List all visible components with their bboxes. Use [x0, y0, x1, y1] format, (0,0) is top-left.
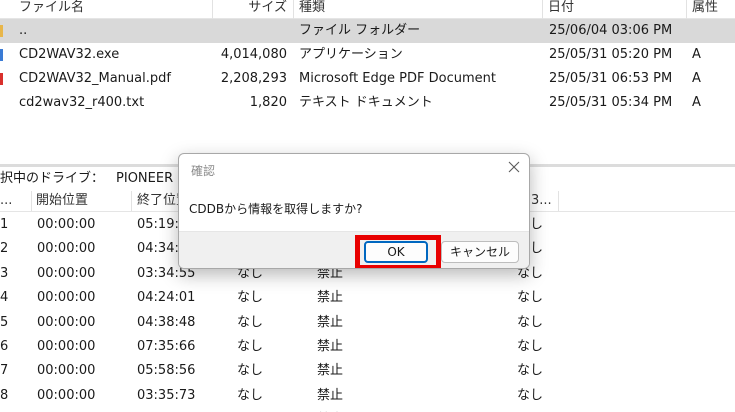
track-col4: なし [237, 290, 264, 305]
file-type-icon [0, 49, 3, 61]
dialog-message: CDDBから情報を取得しますか? [189, 202, 363, 216]
track-col5: 禁止 [317, 408, 343, 412]
track-col6: なし [517, 388, 544, 403]
file-date: 25/06/04 03:06 PM [549, 23, 673, 38]
track-col6: なし [517, 339, 544, 354]
track-row[interactable]: 5 00:00:00 04:38:48 なし 禁止 なし [0, 311, 735, 335]
track-end: 04:38:48 [137, 315, 196, 330]
track-col6: なし [517, 290, 544, 305]
column-header-track[interactable]: ... [0, 189, 12, 212]
drive-name[interactable]: PIONEER B [116, 171, 186, 186]
dialog-title: 確認 [191, 164, 216, 178]
column-header-type[interactable]: 種類 [294, 0, 325, 19]
file-list-pane: ファイル名 サイズ 種類 日付 属性 .. ファイル フォルダー 25/06/04 … [0, 0, 735, 164]
file-name: CD2WAV32.exe [19, 47, 120, 62]
file-date: 25/05/31 05:34 PM [549, 95, 673, 110]
file-row[interactable]: CD2WAV32_Manual.pdf 2,208,293 Microsoft Ed… [0, 67, 735, 91]
track-start: 00:00:00 [37, 217, 96, 232]
ok-button[interactable]: OK [364, 241, 428, 263]
track-col6: なし [517, 408, 543, 412]
file-attr: A [692, 47, 701, 62]
track-col5: 禁止 [317, 388, 344, 403]
track-col4: なし [237, 315, 264, 330]
file-row[interactable]: CD2WAV32.exe 4,014,080 アプリケーション 25/05/31 05… [0, 43, 735, 67]
file-type: テキスト ドキュメント [299, 95, 433, 110]
file-type: アプリケーション [299, 47, 403, 62]
track-col6: なし [517, 315, 544, 330]
track-number: 3 [0, 266, 9, 281]
track-number: 9 [0, 408, 8, 412]
column-header-start[interactable]: 開始位置 [31, 189, 88, 212]
column-header-size[interactable]: サイズ [213, 0, 293, 19]
file-type-icon [0, 25, 3, 37]
track-col5: 禁止 [317, 339, 344, 354]
track-end: 04:24:01 [137, 290, 196, 305]
file-size [200, 19, 287, 43]
track-start: 00:00:00 [37, 363, 96, 378]
file-row[interactable]: .. ファイル フォルダー 25/06/04 03:06 PM [0, 19, 735, 43]
track-end: 04:34: [137, 241, 179, 256]
file-size: 4,014,080 [220, 47, 287, 62]
drive-label: 択中のドライブ： [0, 171, 105, 186]
track-number: 5 [0, 315, 9, 330]
track-end: 04:06:28 [137, 408, 195, 412]
track-number: 8 [0, 388, 9, 403]
track-number: 7 [0, 363, 9, 378]
file-name: cd2wav32_r400.txt [19, 95, 145, 110]
file-row[interactable]: cd2wav32_r400.txt 1,820 テキスト ドキュメント 25/05/3… [0, 91, 735, 115]
confirm-dialog: 確認 CDDBから情報を取得しますか? OK キャンセル [178, 153, 530, 269]
track-row[interactable]: 7 00:00:00 05:58:56 なし 禁止 なし [0, 359, 735, 383]
file-attr: A [692, 95, 701, 110]
file-type: ファイル フォルダー [299, 23, 421, 38]
track-start: 00:00:00 [37, 408, 95, 412]
track-col5: 禁止 [317, 363, 344, 378]
track-start: 00:00:00 [37, 241, 96, 256]
track-col4: なし [237, 388, 264, 403]
file-size: 2,208,293 [220, 71, 287, 86]
track-col6: なし [517, 363, 544, 378]
track-start: 00:00:00 [37, 315, 96, 330]
track-col4: なし [237, 408, 263, 412]
file-name: CD2WAV32_Manual.pdf [19, 71, 171, 86]
cancel-button[interactable]: キャンセル [441, 241, 519, 263]
track-end: 05:58:56 [137, 363, 196, 378]
column-header-attr[interactable]: 属性 [687, 0, 718, 19]
track-number: 4 [0, 290, 9, 305]
track-col5: 禁止 [317, 290, 344, 305]
track-col4: なし [237, 339, 264, 354]
column-header-filename[interactable]: ファイル名 [14, 0, 84, 19]
track-col5: 禁止 [317, 315, 344, 330]
track-end: 05:19: [137, 217, 179, 232]
file-type-icon [0, 73, 3, 85]
track-col4: なし [237, 363, 264, 378]
track-end: 07:35:66 [137, 339, 196, 354]
file-type: Microsoft Edge PDF Document [299, 71, 496, 86]
dialog-body: CDDBから情報を取得しますか? [179, 184, 529, 231]
file-name: .. [19, 23, 28, 38]
file-list-header: ファイル名 サイズ 種類 日付 属性 [0, 0, 735, 19]
file-size: 1,820 [249, 95, 287, 110]
file-attr: A [692, 71, 701, 86]
track-start: 00:00:00 [37, 388, 96, 403]
column-header-date[interactable]: 日付 [543, 0, 574, 19]
close-icon[interactable] [507, 160, 521, 174]
file-date: 25/05/31 05:20 PM [549, 47, 673, 62]
track-start: 00:00:00 [37, 266, 96, 281]
track-number: 2 [0, 241, 9, 256]
dialog-footer: OK キャンセル [179, 231, 529, 268]
track-row[interactable]: 6 00:00:00 07:35:66 なし 禁止 なし [0, 335, 735, 359]
track-row[interactable]: 8 00:00:00 03:35:73 なし 禁止 なし [0, 384, 735, 408]
track-start: 00:00:00 [37, 339, 96, 354]
file-date: 25/05/31 06:53 PM [549, 71, 673, 86]
track-end: 03:35:73 [137, 388, 196, 403]
track-row[interactable]: 4 00:00:00 04:24:01 なし 禁止 なし [0, 286, 735, 310]
track-row[interactable]: 9 00:00:00 04:06:28 なし 禁止 なし [0, 408, 735, 412]
track-number: 6 [0, 339, 9, 354]
track-number: 1 [0, 217, 9, 232]
track-start: 00:00:00 [37, 290, 96, 305]
